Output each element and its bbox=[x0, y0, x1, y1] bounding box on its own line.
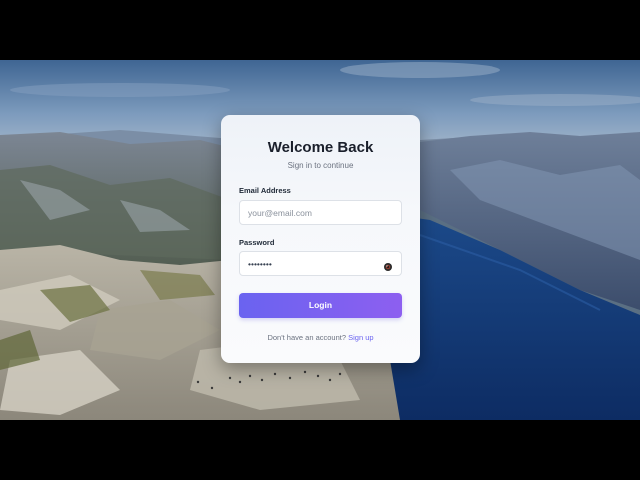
login-button[interactable]: Login bbox=[239, 293, 402, 318]
email-input[interactable] bbox=[248, 201, 388, 224]
signup-prompt-row: Don't have an account? Sign up bbox=[221, 333, 420, 342]
password-field[interactable] bbox=[239, 251, 402, 276]
email-field[interactable] bbox=[239, 200, 402, 225]
signup-link[interactable]: Sign up bbox=[348, 333, 373, 342]
signup-prompt-text: Don't have an account? bbox=[267, 333, 347, 342]
login-card: Welcome Back Sign in to continue Email A… bbox=[221, 115, 420, 363]
password-input[interactable] bbox=[248, 252, 388, 275]
screen: Welcome Back Sign in to continue Email A… bbox=[0, 0, 640, 480]
letterbox-top bbox=[0, 0, 640, 60]
login-title: Welcome Back bbox=[267, 139, 374, 156]
email-label: Email Address bbox=[239, 186, 291, 195]
letterbox-bottom bbox=[0, 420, 640, 480]
password-label: Password bbox=[239, 238, 275, 247]
eye-icon[interactable] bbox=[383, 259, 393, 271]
login-subtitle: Sign in to continue bbox=[287, 161, 354, 170]
